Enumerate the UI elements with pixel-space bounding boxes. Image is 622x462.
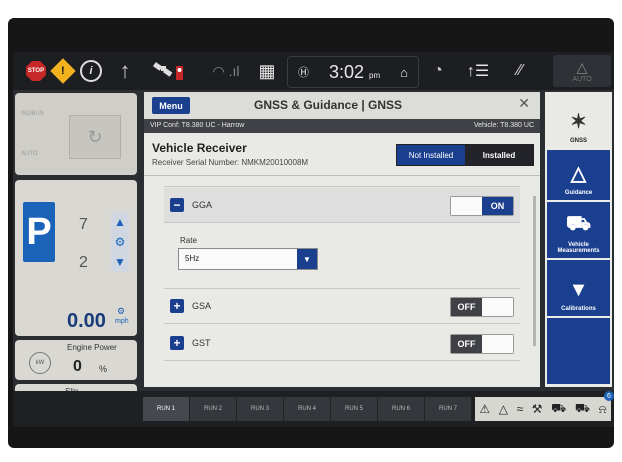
sidebar: ✶ GNSS △ Guidance ⛟ Vehicle Measurements… xyxy=(545,92,612,387)
tractor-alert-icon: ⛟ xyxy=(551,401,567,415)
satellite-icon: ✶ xyxy=(570,111,587,133)
tab-run-4[interactable]: RUN 4 xyxy=(284,397,331,421)
guidance-icon: △ xyxy=(570,163,587,185)
speedometer-icon[interactable]: ◔ xyxy=(423,52,453,90)
clock-panel[interactable]: Ⓗ 3:02 pm ⌂ xyxy=(287,56,419,88)
warning-icon[interactable]: ! xyxy=(50,52,76,90)
bottom-bar: RUN 1 RUN 2 RUN 3 RUN 4 RUN 5 RUN 6 RUN … xyxy=(13,391,614,427)
expand-gst-button[interactable]: + xyxy=(170,336,184,350)
transmission-panel[interactable]: P 7 2 ▲ ⚙ ▼ 0.00 ⚙ mph xyxy=(15,180,137,336)
rate-select[interactable]: 5Hz ▼ xyxy=(178,248,318,270)
dialog-title: GNSS & Guidance | GNSS xyxy=(254,98,403,112)
shift-up-icon: ▲ xyxy=(114,215,126,229)
auto-engage-button[interactable]: △ AUTO xyxy=(553,55,611,87)
tab-run-1[interactable]: RUN 1 xyxy=(143,397,190,421)
hydraulic-icon: ≈ xyxy=(516,402,524,416)
field-icon[interactable]: ∕∕ xyxy=(503,52,537,90)
not-installed-option[interactable]: Not Installed xyxy=(397,145,465,165)
sidebar-item-gnss[interactable]: ✶ GNSS xyxy=(547,94,610,148)
dialog-header: Menu GNSS & Guidance | GNSS ✕ xyxy=(144,92,540,120)
message-list: − GGA ON Rate 5Hz ▼ + GSA OFF + GST OFF xyxy=(144,176,540,387)
install-toggle[interactable]: Not Installed Installed xyxy=(396,144,534,166)
gga-toggle[interactable]: ON xyxy=(450,196,514,216)
gear-lower: 2 xyxy=(79,254,88,271)
shift-control[interactable]: ▲ ⚙ ▼ xyxy=(111,212,129,272)
tab-run-7[interactable]: RUN 7 xyxy=(425,397,472,421)
alert-tray[interactable]: ⚠ △ ≈ ⚒ ⛟ ⛟ ⍾ xyxy=(475,397,611,421)
sidebar-filler xyxy=(547,318,610,384)
caution-icon: △ xyxy=(498,402,508,416)
gear-upper: 7 xyxy=(79,216,88,233)
help-icon: Ⓗ xyxy=(297,67,309,79)
screen: STOP ! i ↑ ◠ .ıl ▦ Ⓗ 3:02 pm ⌂ ◔ ↑☰ ∕∕ △… xyxy=(13,52,614,427)
menu-button[interactable]: Menu xyxy=(152,97,190,114)
run-tabs: RUN 1 RUN 2 RUN 3 RUN 4 RUN 5 RUN 6 RUN … xyxy=(143,397,472,421)
scrollbar[interactable] xyxy=(533,196,536,346)
signal-icon: ◠ .ıl xyxy=(212,62,240,79)
satellite-icon[interactable] xyxy=(149,52,189,90)
tab-run-2[interactable]: RUN 2 xyxy=(190,397,237,421)
ground-speed: 0.00 xyxy=(67,310,106,332)
implement-steer-icon: ↻ xyxy=(69,115,121,159)
list-item-gst[interactable]: + GST OFF xyxy=(164,326,520,361)
list-item-partial xyxy=(164,176,520,187)
rate-label: Rate xyxy=(180,236,197,245)
tab-run-3[interactable]: RUN 3 xyxy=(237,397,284,421)
tab-run-5[interactable]: RUN 5 xyxy=(331,397,378,421)
notification-badge: 6 xyxy=(604,391,614,401)
shift-down-icon: ▼ xyxy=(114,255,126,269)
stop-icon[interactable]: STOP xyxy=(23,52,49,90)
tractor-measure-icon: ⛟ xyxy=(565,213,592,235)
isobus-panel[interactable]: ISOBUS AUTO ↻ xyxy=(15,93,137,175)
list-item-gga[interactable]: − GGA ON xyxy=(164,188,520,223)
sidebar-item-vehicle-measurements[interactable]: ⛟ Vehicle Measurements xyxy=(547,202,610,258)
info-icon[interactable]: i xyxy=(79,52,103,90)
tab-run-6[interactable]: RUN 6 xyxy=(378,397,425,421)
guidance-status-icon[interactable]: ↑☰ xyxy=(463,52,493,90)
speed-settings-icon: ⚙ xyxy=(117,306,126,316)
chevron-down-icon: ▼ xyxy=(297,249,317,269)
sidebar-item-guidance[interactable]: △ Guidance xyxy=(547,150,610,200)
apps-grid-icon[interactable]: ▦ xyxy=(255,52,279,90)
collapse-gga-button[interactable]: − xyxy=(170,198,184,212)
sidebar-item-calibrations[interactable]: ▼ Calibrations xyxy=(547,260,610,316)
shift-gear-icon: ⚙ xyxy=(114,235,126,249)
list-item-gsa[interactable]: + GSA OFF xyxy=(164,288,520,324)
engine-power-icon: kW xyxy=(29,352,51,374)
gst-toggle[interactable]: OFF xyxy=(450,334,514,354)
up-arrow-icon[interactable]: ↑ xyxy=(113,52,137,90)
receiver-header: Vehicle Receiver Receiver Serial Number:… xyxy=(144,133,540,176)
user-icon: ⌂ xyxy=(400,64,408,80)
gsa-toggle[interactable]: OFF xyxy=(450,297,514,317)
close-icon[interactable]: ✕ xyxy=(518,95,530,112)
bell-icon: ⍾ xyxy=(598,401,607,416)
installed-option[interactable]: Installed xyxy=(465,145,533,165)
steering-icon: △ xyxy=(576,59,588,75)
clock: 3:02 pm xyxy=(328,61,381,82)
warning-triangle-icon: ⚠ xyxy=(479,402,491,416)
implement-alert-icon: ⛟ xyxy=(574,401,591,415)
vip-config-bar: VIP Conf: T8.380 UC - Harrow Vehicle: T8… xyxy=(144,119,540,133)
engine-power-panel[interactable]: kW Engine Power 0 % xyxy=(15,340,137,380)
expand-gsa-button[interactable]: + xyxy=(170,299,184,313)
status-bar: STOP ! i ↑ ◠ .ıl ▦ Ⓗ 3:02 pm ⌂ ◔ ↑☰ ∕∕ △… xyxy=(13,52,614,90)
gnss-dialog: Menu GNSS & Guidance | GNSS ✕ VIP Conf: … xyxy=(144,92,540,387)
triangle-down-icon: ▼ xyxy=(568,279,589,301)
tool-icon: ⚒ xyxy=(531,402,543,416)
gear-indicator: P xyxy=(23,202,55,262)
